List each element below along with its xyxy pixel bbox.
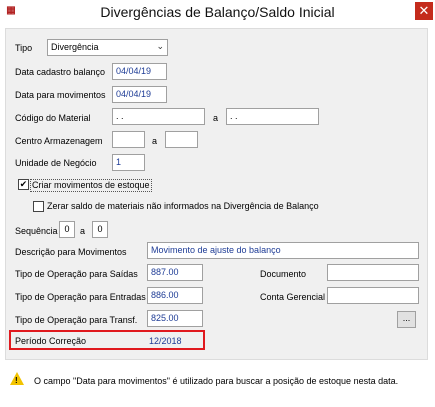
descricao-movimentos-label: Descrição para Movimentos (15, 247, 127, 257)
codigo-material-to-input[interactable]: . . (226, 108, 319, 125)
periodo-correcao-label: Período Correção (15, 336, 87, 346)
tipo-transf-input[interactable]: 825.00 (147, 310, 203, 327)
centro-armazenagem-label: Centro Armazenagem (15, 136, 103, 146)
browse-button[interactable]: ... (397, 311, 416, 328)
codigo-material-a-label: a (213, 113, 219, 123)
sequencia-a-label: a (80, 226, 86, 236)
descricao-movimentos-input[interactable]: Movimento de ajuste do balanço (147, 242, 419, 259)
data-movimentos-label: Data para movimentos (15, 90, 106, 100)
criar-movimentos-label: Criar movimentos de estoque (30, 179, 152, 192)
footer-message: O campo "Data para movimentos" é utiliza… (34, 376, 399, 386)
tipo-saidas-input[interactable]: 887.00 (147, 264, 203, 281)
unidade-negocio-input[interactable]: 1 (112, 154, 145, 171)
tipo-transf-label: Tipo de Operação para Transf. (15, 315, 138, 325)
conta-gerencial-input[interactable] (327, 287, 419, 304)
window-title: Divergências de Balanço/Saldo Inicial (100, 4, 335, 20)
documento-input[interactable] (327, 264, 419, 281)
data-cadastro-input[interactable]: 04/04/19 (112, 63, 167, 80)
unidade-negocio-label: Unidade de Negócio (15, 158, 97, 168)
criar-movimentos-checkbox[interactable]: ✔ (18, 179, 29, 190)
tipo-label: Tipo (15, 43, 33, 53)
close-button[interactable]: ✕ (415, 2, 433, 20)
title-bar: ▦ Divergências de Balanço/Saldo Inicial … (0, 0, 435, 22)
documento-label: Documento (260, 269, 307, 279)
sequencia-from-input[interactable]: 0 (59, 221, 75, 238)
tipo-entradas-input[interactable]: 886.00 (147, 287, 203, 304)
zerar-saldo-label: Zerar saldo de materiais não informados … (47, 201, 319, 211)
sequencia-label: Sequência (15, 226, 58, 236)
chevron-down-icon: ⌄ (156, 41, 164, 51)
tipo-saidas-label: Tipo de Operação para Saídas (15, 269, 138, 279)
warning-icon-mark: ! (15, 376, 18, 385)
conta-gerencial-label: Conta Gerencial (260, 292, 326, 302)
codigo-material-from-input[interactable]: . . (112, 108, 205, 125)
centro-from-input[interactable] (112, 131, 145, 148)
periodo-correcao-value[interactable]: 12/2018 (149, 336, 182, 347)
tipo-entradas-label: Tipo de Operação para Entradas (15, 292, 146, 302)
sequencia-to-input[interactable]: 0 (92, 221, 108, 238)
codigo-material-label: Código do Material (15, 113, 91, 123)
tipo-select-value: Divergência (51, 42, 99, 52)
data-movimentos-input[interactable]: 04/04/19 (112, 86, 167, 103)
centro-a-label: a (152, 136, 158, 146)
data-cadastro-label: Data cadastro balanço (15, 67, 106, 77)
tipo-select[interactable]: Divergência ⌄ (47, 39, 168, 56)
zerar-saldo-checkbox[interactable] (33, 201, 44, 212)
centro-to-input[interactable] (165, 131, 198, 148)
